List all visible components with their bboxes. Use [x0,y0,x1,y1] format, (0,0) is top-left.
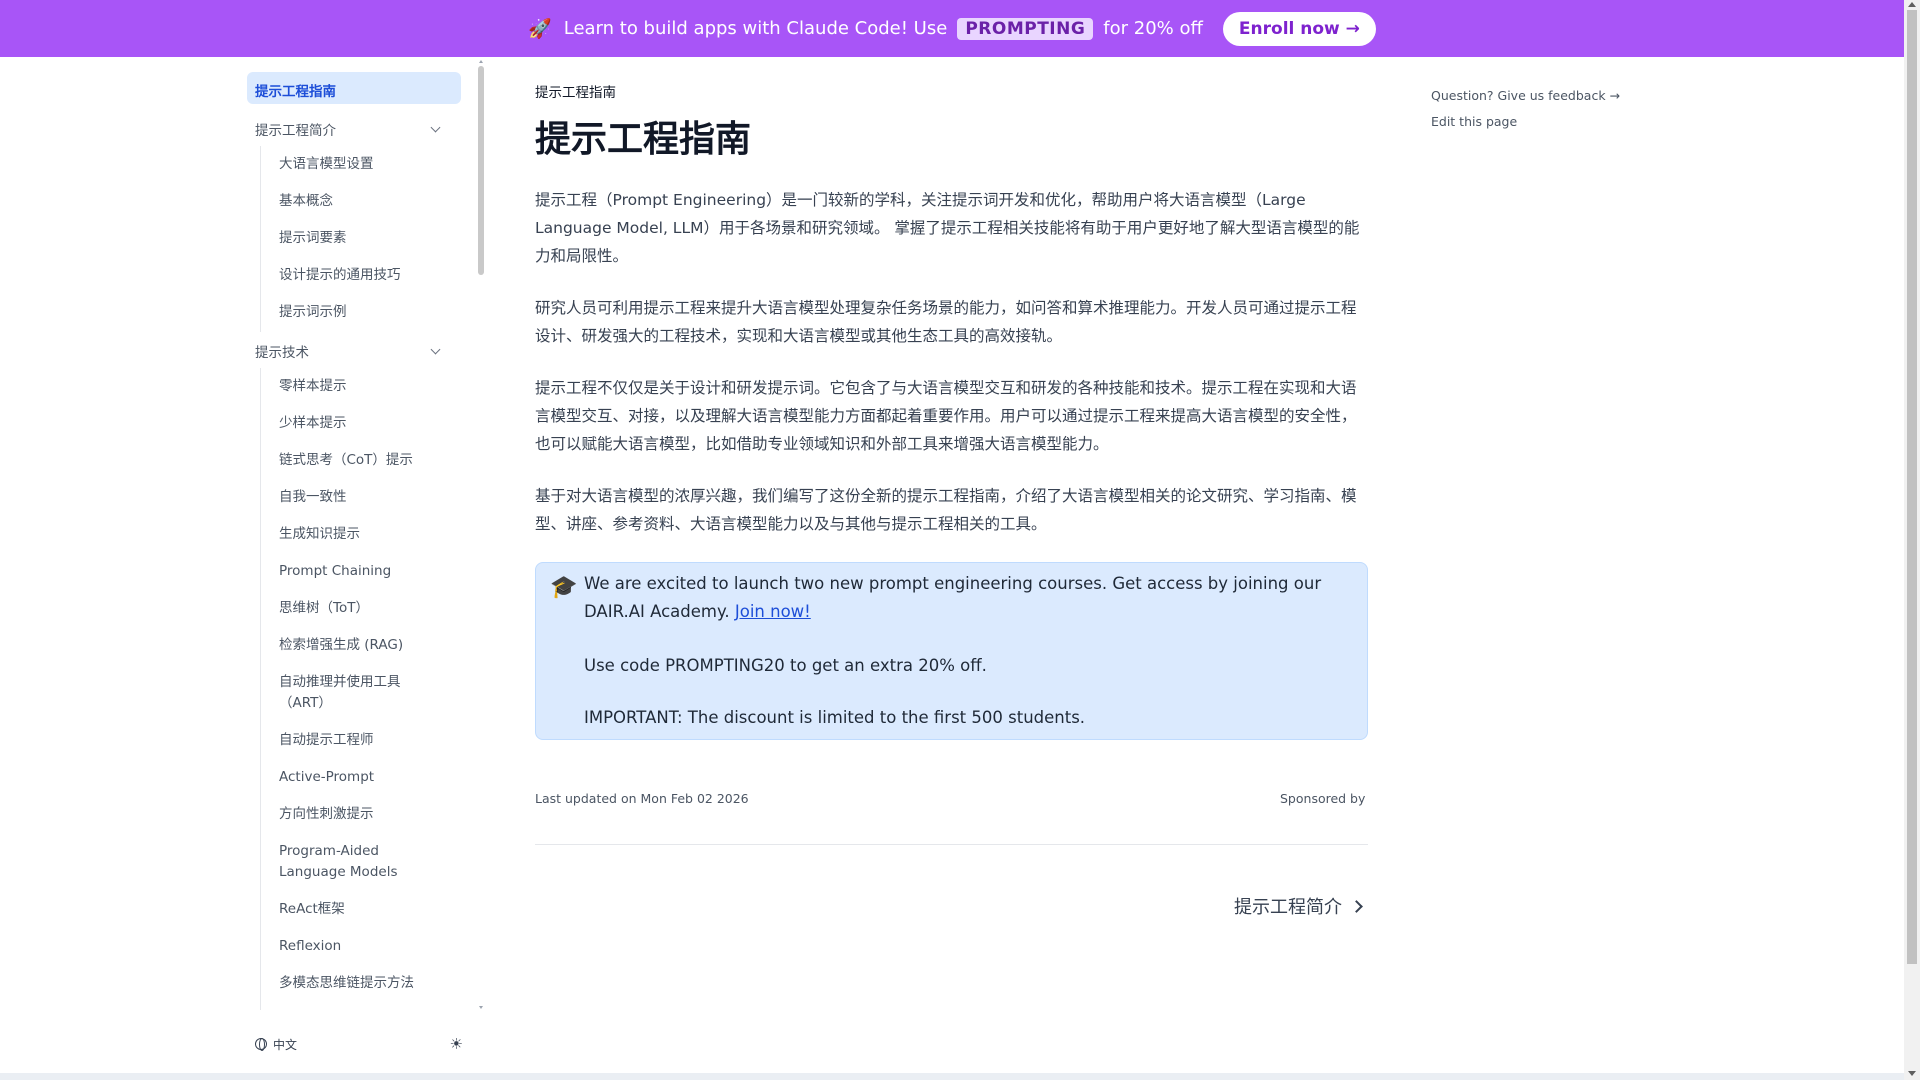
sidebar-scrollbar[interactable] [478,66,484,275]
sidebar-item[interactable]: 自我一致性 [279,487,429,508]
rocket-icon: 🚀 [528,18,552,40]
sidebar-item[interactable]: 提示词要素 [279,228,429,249]
sun-icon[interactable]: ☀ [450,1035,463,1053]
next-page-label: 提示工程简介 [1234,897,1342,918]
sidebar-item[interactable]: 方向性刺激提示 [279,804,429,825]
page-scrollbar[interactable] [1904,0,1920,1080]
sidebar-item[interactable]: Active-Prompt [279,767,429,788]
sidebar-item[interactable]: 大语言模型设置 [279,154,429,175]
graduation-cap-icon: 🎓 [550,575,578,600]
breadcrumb[interactable]: 提示工程指南 [535,81,616,101]
chevron-down-icon [430,122,441,132]
sidebar-item[interactable]: 思维树（ToT） [279,598,429,619]
sidebar-tree-line [260,146,261,332]
callout-line1: We are excited to launch two new prompt … [584,574,1322,621]
promo-code: PROMPTING [957,17,1094,40]
language-switcher[interactable]: 中文 [247,1036,297,1053]
feedback-link[interactable]: Question? Give us feedback → [1431,88,1620,103]
sidebar-item[interactable]: ReAct框架 [279,899,429,920]
scroll-down-icon[interactable] [1908,1071,1916,1076]
sidebar-item[interactable]: 检索增强生成 (RAG) [279,635,429,656]
banner-text-after: for 20% off [1103,18,1203,39]
sidebar-footer: 中文 ☀ [247,1030,467,1058]
scroll-up-icon[interactable] [1908,2,1916,7]
globe-icon [255,1038,267,1051]
sidebar-item[interactable]: 多模态思维链提示方法 [279,973,429,994]
callout-line2: Use code PROMPTING20 to get an extra 20%… [584,656,987,675]
sidebar-scroll-down-icon[interactable] [479,1006,483,1009]
edit-page-link[interactable]: Edit this page [1431,114,1517,129]
sidebar-tree-line [260,368,261,1010]
sidebar-group-label: 提示工程简介 [255,123,336,139]
sidebar-item[interactable]: 少样本提示 [279,413,429,434]
paragraph: 提示工程不仅仅是关于设计和研发提示词。它包含了与大语言模型交互和研发的各种技能和… [535,379,1357,453]
scrollbar-thumb[interactable] [1907,10,1917,964]
paragraph: 提示工程（Prompt Engineering）是一门较新的学科，关注提示词开发… [535,191,1360,265]
last-updated: Last updated on Mon Feb 02 2026 [535,791,749,806]
language-label: 中文 [273,1037,298,1052]
callout-text: We are excited to launch two new prompt … [584,570,1344,626]
paragraph: 基于对大语言模型的浓厚兴趣，我们编写了这份全新的提示工程指南，介绍了大语言模型相… [535,487,1357,533]
sidebar-item[interactable]: 基本概念 [279,191,429,212]
sidebar-item[interactable]: 自动推理并使用工具（ART） [279,672,419,714]
join-now-link[interactable]: Join now! [735,602,811,621]
sidebar-item[interactable]: 设计提示的通用技巧 [279,265,429,286]
sidebar-item[interactable]: 自动提示工程师 [279,730,429,751]
horizontal-scrollbar[interactable] [0,1073,1904,1080]
sidebar-item[interactable]: 零样本提示 [279,376,429,397]
sidebar-group-techniques[interactable]: 提示技术 [247,341,453,361]
chevron-right-icon [1350,899,1363,913]
sidebar-item[interactable]: 生成知识提示 [279,524,429,545]
page-title: 提示工程指南 [535,119,752,160]
callout-line3: IMPORTANT: The discount is limited to th… [584,708,1086,727]
sidebar-group-label: 提示技术 [255,345,309,361]
banner-text-before: Learn to build apps with Claude Code! Us… [563,18,948,39]
divider [535,844,1368,845]
sidebar-item[interactable]: Prompt Chaining [279,561,429,582]
sidebar: 提示工程指南 提示工程简介 大语言模型设置 基本概念 提示词要素 设计提示的通用… [247,60,473,1010]
chevron-down-icon [430,344,441,354]
course-callout: 🎓 We are excited to launch two new promp… [535,562,1368,740]
sidebar-group-intro[interactable]: 提示工程简介 [247,119,453,139]
promo-banner: 🚀 Learn to build apps with Claude Code! … [0,0,1904,57]
sidebar-item[interactable]: 链式思考（CoT）提示 [279,450,429,471]
sidebar-item[interactable]: Reflexion [279,936,429,957]
next-page-link[interactable]: 提示工程简介 [1234,893,1363,919]
enroll-button[interactable]: Enroll now → [1222,11,1376,46]
sidebar-item[interactable]: Program-Aided Language Models [279,841,409,883]
sidebar-item-guide[interactable]: 提示工程指南 [247,72,461,104]
paragraph: 研究人员可利用提示工程来提升大语言模型处理复杂任务场景的能力，如问答和算术推理能… [535,299,1357,345]
sponsored-by: Sponsored by [1280,791,1366,806]
sidebar-scroll-up-icon[interactable] [479,60,483,63]
sidebar-item[interactable]: 提示词示例 [279,302,429,323]
